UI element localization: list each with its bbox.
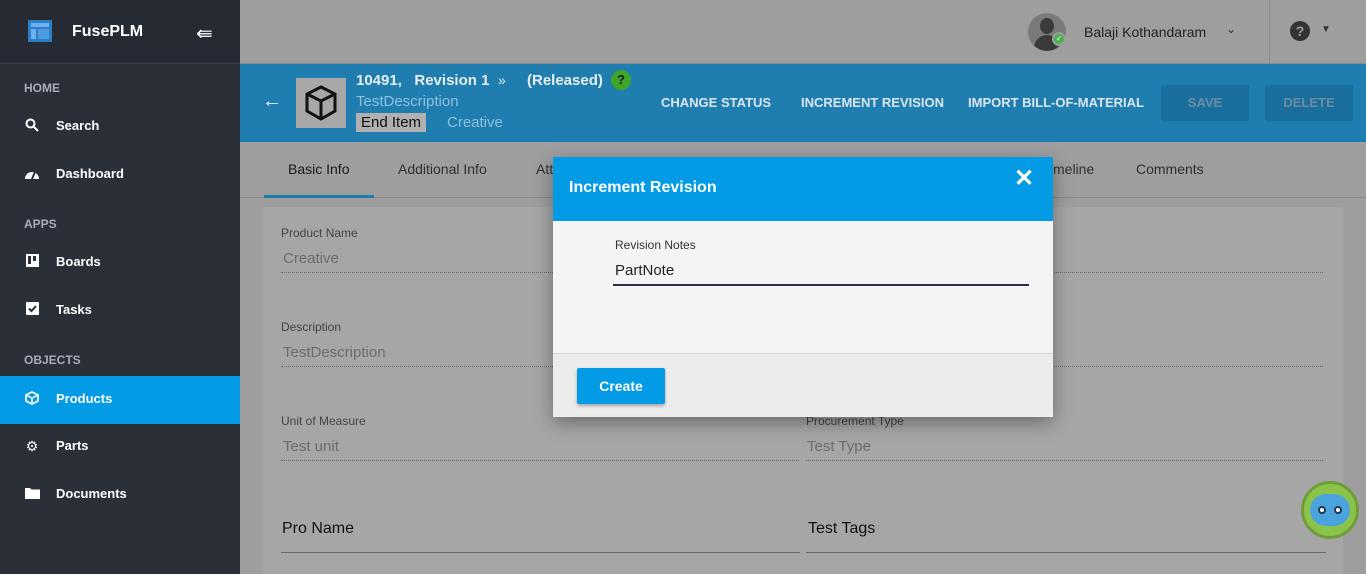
brand-bar: FusePLM ⇚ — [0, 0, 240, 64]
sidebar-item-search[interactable]: Search — [0, 103, 240, 151]
close-icon[interactable]: ✕ — [1014, 164, 1034, 193]
tab-comments[interactable]: Comments — [1136, 161, 1204, 177]
sidebar-item-boards[interactable]: Boards — [0, 239, 240, 287]
folder-icon — [24, 486, 40, 502]
revision-dropdown-icon[interactable]: » — [498, 72, 506, 88]
test-tags-field[interactable]: Test Tags — [808, 520, 875, 538]
sidebar-item-parts[interactable]: ⚙ Parts — [0, 423, 240, 471]
tab-basic-info[interactable]: Basic Info — [288, 161, 349, 177]
unit-of-measure-label: Unit of Measure — [281, 414, 366, 428]
delete-button[interactable]: DELETE — [1265, 85, 1353, 121]
divider — [1269, 0, 1270, 64]
sidebar-item-label: Tasks — [56, 302, 92, 317]
online-status-icon: ✓ — [1052, 32, 1066, 46]
user-menu-chevron-down-icon[interactable]: ⌄ — [1226, 22, 1236, 36]
sidebar-item-dashboard[interactable]: Dashboard — [0, 151, 240, 199]
dialog-title: Increment Revision — [569, 179, 717, 196]
description-field[interactable]: TestDescription — [283, 344, 386, 361]
sidebar-item-label: Search — [56, 118, 100, 133]
cube-icon — [24, 390, 40, 407]
section-objects: OBJECTS — [24, 353, 81, 367]
boards-icon — [24, 254, 40, 270]
dashboard-icon — [24, 166, 40, 182]
collapse-sidebar-icon[interactable]: ⇚ — [196, 21, 213, 46]
chatbot-robot-icon — [1310, 494, 1350, 526]
field-underline — [281, 460, 799, 461]
pro-name-field[interactable]: Pro Name — [282, 520, 354, 538]
revision-notes-input[interactable] — [613, 256, 1029, 286]
tab-attachments[interactable]: Att — [536, 161, 553, 177]
field-underline — [806, 460, 1323, 461]
section-home: HOME — [24, 81, 60, 95]
sidebar-item-tasks[interactable]: Tasks — [0, 287, 240, 335]
header-description: TestDescription — [356, 93, 459, 110]
help-menu-caret-icon[interactable]: ▼ — [1321, 24, 1331, 35]
revision-notes-label: Revision Notes — [615, 238, 696, 252]
procurement-type-field[interactable]: Test Type — [807, 438, 871, 455]
app-logo — [28, 20, 52, 42]
sidebar-item-label: Products — [56, 391, 113, 406]
create-button[interactable]: Create — [577, 368, 665, 404]
search-icon — [24, 118, 40, 134]
import-bom-button[interactable]: IMPORT BILL-OF-MATERIAL — [968, 95, 1146, 110]
product-name-field[interactable]: Creative — [283, 250, 339, 267]
tab-timeline[interactable]: meline — [1053, 161, 1094, 177]
app-name: FusePLM — [72, 23, 144, 40]
description-label: Description — [281, 320, 342, 334]
header-category: Creative — [447, 114, 503, 131]
sidebar-item-label: Dashboard — [56, 166, 124, 181]
tasks-icon — [24, 302, 40, 318]
help-icon[interactable]: ? — [1290, 21, 1310, 41]
product-name-label: Product Name — [281, 226, 358, 240]
tab-additional-info[interactable]: Additional Info — [398, 161, 487, 177]
status-help-icon[interactable]: ? — [611, 70, 631, 90]
field-underline — [281, 552, 800, 553]
product-thumbnail — [296, 78, 346, 128]
sidebar-item-label: Documents — [56, 486, 127, 501]
unit-of-measure-field[interactable]: Test unit — [283, 438, 339, 455]
section-apps: APPS — [24, 217, 57, 231]
gear-icon: ⚙ — [25, 438, 39, 454]
sidebar-item-label: Boards — [56, 254, 101, 269]
back-arrow-icon[interactable]: ← — [262, 90, 282, 113]
user-name[interactable]: Balaji Kothandaram — [1084, 24, 1206, 40]
sidebar-item-label: Parts — [56, 438, 89, 453]
save-button[interactable]: SAVE — [1161, 85, 1249, 121]
sidebar-item-products[interactable]: Products — [0, 376, 240, 424]
item-type-badge: End Item — [356, 113, 427, 132]
release-status: (Released) — [527, 72, 603, 89]
sidebar-item-documents[interactable]: Documents — [0, 471, 240, 519]
product-id-revision: 10491, Revision 1 — [356, 72, 490, 89]
field-underline — [806, 552, 1326, 553]
active-tab-indicator — [264, 195, 374, 198]
cube-icon — [305, 85, 337, 121]
change-status-button[interactable]: CHANGE STATUS — [661, 95, 771, 110]
increment-revision-button[interactable]: INCREMENT REVISION — [801, 95, 944, 110]
